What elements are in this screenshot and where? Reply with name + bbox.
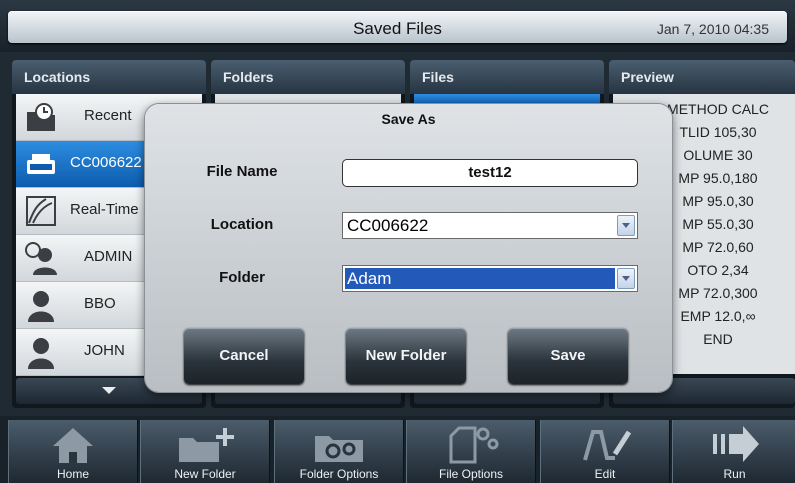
folder-label: Folder [219,269,265,286]
save-as-dialog: Save As File Name test12 Location CC0066… [145,104,672,392]
chevron-down-icon[interactable] [617,215,635,236]
file-name-label: File Name [206,163,278,180]
chevron-down-icon[interactable] [617,268,635,289]
folder-select-value: Adam [345,268,615,289]
location-label: Location [210,216,274,233]
save-button[interactable]: Save [508,328,628,384]
file-name-input[interactable]: test12 [342,159,638,187]
new-folder-dialog-button[interactable]: New Folder [346,328,466,384]
location-select-value: CC006622 [347,216,429,235]
folder-select[interactable]: Adam [342,265,638,292]
location-select[interactable]: CC006622 [342,212,638,239]
modal-overlay: Save As File Name test12 Location CC0066… [0,0,795,483]
dialog-title: Save As [381,111,436,127]
cancel-button[interactable]: Cancel [184,328,304,384]
